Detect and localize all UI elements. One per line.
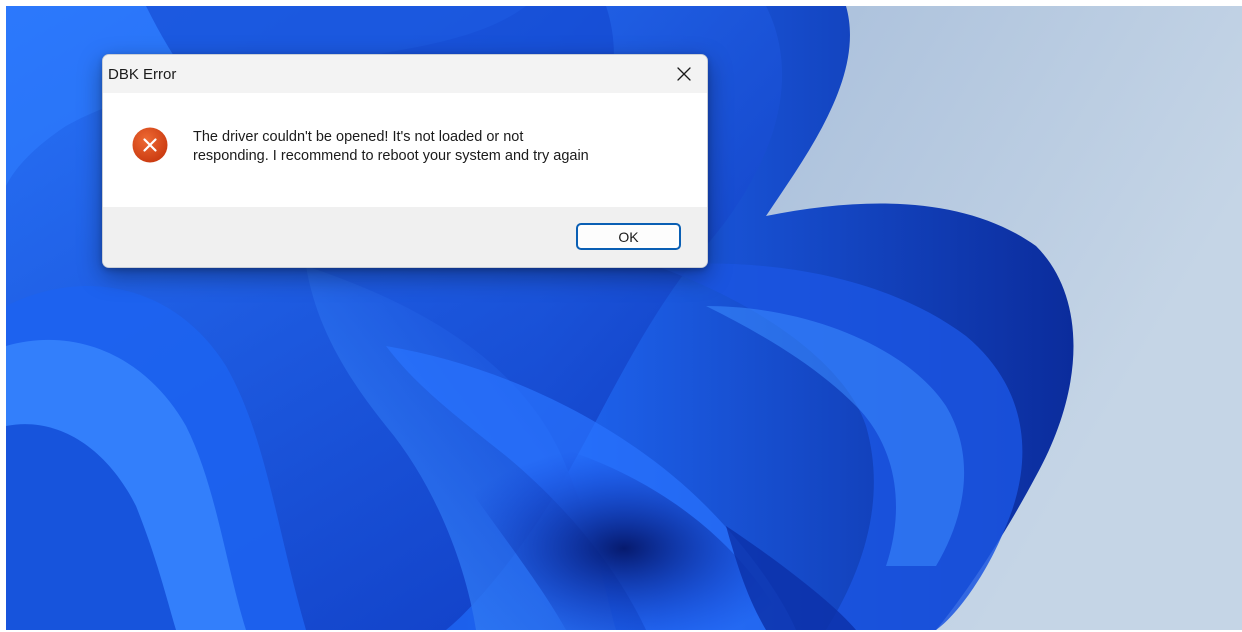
dialog-footer: OK xyxy=(103,207,707,267)
error-message-line-1: The driver couldn't be opened! It's not … xyxy=(193,129,524,145)
dialog-content: The driver couldn't be opened! It's not … xyxy=(103,93,707,207)
error-message-line-2: responding. I recommend to reboot your s… xyxy=(193,148,589,164)
close-icon xyxy=(677,67,691,81)
error-icon xyxy=(132,127,168,163)
dialog-title: DBK Error xyxy=(108,66,177,83)
error-message: The driver couldn't be opened! It's not … xyxy=(193,128,693,166)
ok-button[interactable]: OK xyxy=(576,223,681,250)
dialog-titlebar[interactable]: DBK Error xyxy=(103,55,707,93)
error-dialog: DBK Error The driver couldn't be opened!… xyxy=(102,54,708,268)
desktop: DBK Error The driver couldn't be opened!… xyxy=(6,6,1242,630)
close-button[interactable] xyxy=(661,55,707,93)
